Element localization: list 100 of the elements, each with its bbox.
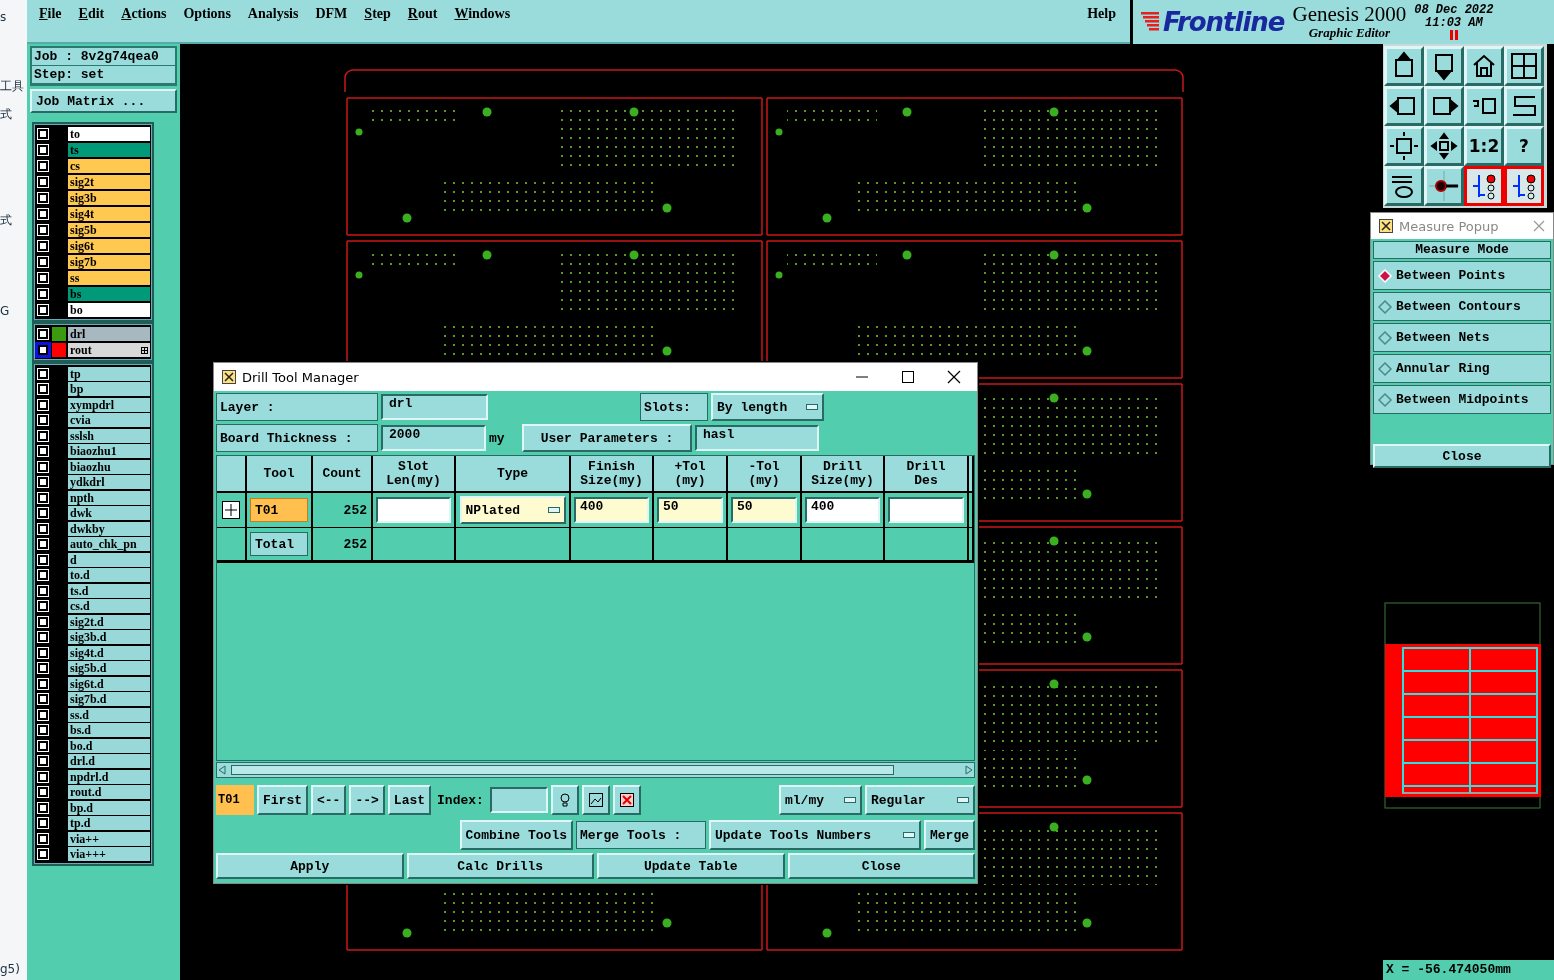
slots-dropdown[interactable]: By length <box>711 393 824 421</box>
action-button[interactable]: Apply <box>216 853 404 879</box>
layer-name[interactable]: via+++ <box>68 847 150 862</box>
layer-name[interactable]: sig5b.d <box>68 661 150 676</box>
layer-checkbox[interactable] <box>38 193 48 203</box>
radio-option[interactable]: Between Nets <box>1373 323 1551 352</box>
close-button[interactable]: Close <box>1373 444 1551 468</box>
layer-checkbox[interactable] <box>38 430 48 441</box>
layer-checkbox[interactable] <box>38 694 48 705</box>
layer-checkbox[interactable] <box>38 477 48 488</box>
layer-name[interactable]: ss.d <box>68 707 150 722</box>
layer-checkbox[interactable] <box>38 787 48 798</box>
layer-name[interactable]: sig7b <box>68 255 150 269</box>
layer-name[interactable]: ts <box>68 143 150 157</box>
menu-item[interactable]: DFM <box>315 6 348 22</box>
layer-name[interactable]: bp <box>68 382 150 397</box>
menu-item[interactable]: Step <box>364 6 391 22</box>
radio-option[interactable]: Annular Ring <box>1373 354 1551 383</box>
scroll-right-icon[interactable] <box>964 765 974 775</box>
layer-checkbox[interactable] <box>38 523 48 534</box>
layer-name[interactable]: sslsh <box>68 428 150 443</box>
layer-name[interactable]: rout <box>68 343 150 357</box>
layer-name[interactable]: via++ <box>68 831 150 846</box>
layer-name[interactable]: cs.d <box>68 599 150 614</box>
layer-checkbox[interactable] <box>38 345 48 355</box>
layer-name[interactable]: drl.d <box>68 754 150 769</box>
type-dropdown[interactable]: NPlated <box>459 496 566 524</box>
help-menu[interactable]: Help <box>1087 6 1116 22</box>
image-button[interactable] <box>581 785 610 815</box>
layer-name[interactable]: bo.d <box>68 738 150 753</box>
drill-size-field[interactable]: 400 <box>805 497 880 523</box>
layer-checkbox[interactable] <box>38 289 48 299</box>
layer-checkbox[interactable] <box>38 508 48 519</box>
navigation-button[interactable]: First <box>257 785 308 815</box>
tool-name[interactable]: T01 <box>250 498 308 522</box>
layer-name[interactable]: bp.d <box>68 800 150 815</box>
mode-dropdown[interactable]: Regular <box>865 785 975 815</box>
horizontal-scrollbar[interactable] <box>216 762 975 778</box>
layer-checkbox[interactable] <box>38 849 48 860</box>
radio-option[interactable]: Between Points <box>1373 261 1551 290</box>
layer-checkbox[interactable] <box>38 241 48 251</box>
layer-checkbox[interactable] <box>38 161 48 171</box>
layer-checkbox[interactable] <box>38 384 48 395</box>
menu-item[interactable]: File <box>39 6 62 22</box>
radio-option[interactable]: Between Contours <box>1373 292 1551 321</box>
menu-item[interactable]: Options <box>183 6 231 22</box>
radio-option[interactable]: Between Midpoints <box>1373 385 1551 414</box>
layer-name[interactable]: sig2t.d <box>68 614 150 629</box>
finish-size-field[interactable]: 400 <box>574 497 649 523</box>
layer-name[interactable]: bs.d <box>68 723 150 738</box>
layer-checkbox[interactable] <box>38 802 48 813</box>
layer-name[interactable]: biaozhu <box>68 459 150 474</box>
zoom-ratio-button[interactable]: 1:2 <box>1464 126 1504 166</box>
layer-checkbox[interactable] <box>38 129 48 139</box>
bulb-button[interactable] <box>550 785 579 815</box>
layer-checkbox[interactable] <box>38 399 48 410</box>
job-matrix-button[interactable]: Job Matrix ... <box>30 89 177 113</box>
layer-name[interactable]: sig4t <box>68 207 150 221</box>
merge-button[interactable]: Merge <box>924 820 975 850</box>
layer-checkbox[interactable] <box>38 647 48 658</box>
layer-name[interactable]: sig2t <box>68 175 150 189</box>
layer-name[interactable]: auto_chk_pn <box>68 537 150 552</box>
layer-checkbox[interactable] <box>38 461 48 472</box>
layer-name[interactable]: ss <box>68 271 150 285</box>
delete-button[interactable] <box>612 785 641 815</box>
navigation-button[interactable]: Last <box>387 785 432 815</box>
plus-tolerance-field[interactable]: 50 <box>657 497 723 523</box>
units-dropdown[interactable]: ml/my <box>779 785 862 815</box>
update-tools-numbers-dropdown[interactable]: Update Tools Numbers <box>709 820 921 850</box>
layer-checkbox[interactable] <box>38 492 48 503</box>
layer-name[interactable]: dwkby <box>68 521 150 536</box>
layer-name[interactable]: bo <box>68 303 150 317</box>
menu-item[interactable]: Actions <box>121 6 167 22</box>
navigation-button[interactable]: --> <box>349 785 385 815</box>
drill-des-field[interactable] <box>888 497 964 523</box>
layer-checkbox[interactable] <box>38 833 48 844</box>
layer-name[interactable]: ts.d <box>68 583 150 598</box>
user-parameters-button[interactable]: User Parameters : <box>522 424 692 452</box>
layer-checkbox[interactable] <box>38 446 48 457</box>
layer-name[interactable]: xympdrl <box>68 397 150 412</box>
layer-checkbox[interactable] <box>38 554 48 565</box>
layer-checkbox[interactable] <box>38 585 48 596</box>
layer-name[interactable]: to.d <box>68 568 150 583</box>
layer-checkbox[interactable] <box>38 177 48 187</box>
action-button[interactable]: Update Table <box>597 853 785 879</box>
layer-name[interactable]: cs <box>68 159 150 173</box>
layer-checkbox[interactable] <box>38 145 48 155</box>
layer-name[interactable]: tp <box>68 366 150 381</box>
layer-name[interactable]: rout.d <box>68 785 150 800</box>
action-button[interactable]: Close <box>787 853 975 879</box>
menu-item[interactable]: Windows <box>454 6 511 22</box>
layer-checkbox[interactable] <box>38 209 48 219</box>
toolbar-button[interactable] <box>1464 166 1504 206</box>
layer-checkbox[interactable] <box>38 225 48 235</box>
slot-length-field[interactable] <box>376 497 451 523</box>
layer-checkbox[interactable] <box>38 368 48 379</box>
layer-checkbox[interactable] <box>38 601 48 612</box>
menu-item[interactable]: Rout <box>407 6 438 22</box>
layer-checkbox[interactable] <box>38 818 48 829</box>
layer-checkbox[interactable] <box>38 632 48 643</box>
